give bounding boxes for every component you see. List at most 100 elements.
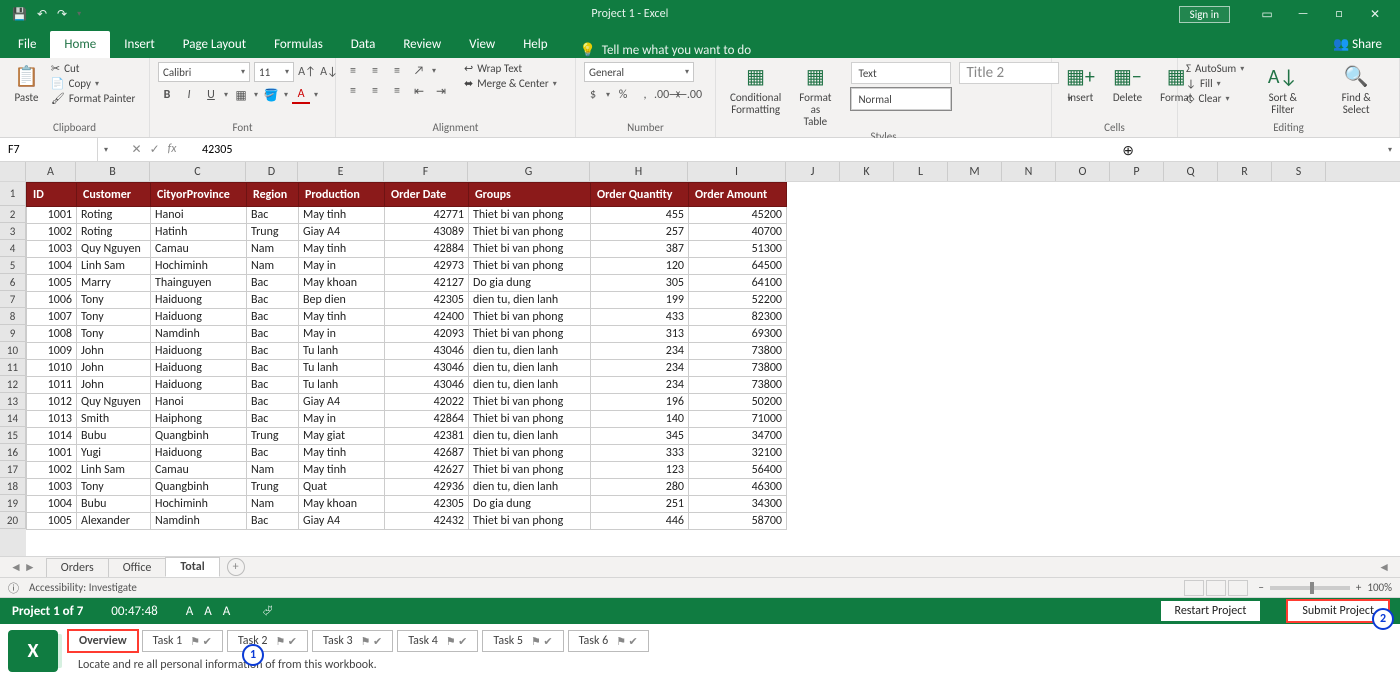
cell[interactable]: Haiduong: [151, 360, 247, 377]
cell[interactable]: 42022: [385, 394, 469, 411]
cell[interactable]: Trung: [247, 428, 299, 445]
table-row[interactable]: 1005MarryThainguyenBacMay khoan42127Do g…: [27, 275, 787, 292]
cell[interactable]: Bac: [247, 411, 299, 428]
share-button[interactable]: 👥 Share: [1319, 31, 1396, 58]
cell[interactable]: Bac: [247, 309, 299, 326]
cell[interactable]: Linh Sam: [77, 462, 151, 479]
column-header-S[interactable]: S: [1272, 162, 1326, 181]
cell[interactable]: May tinh: [299, 207, 385, 224]
row-header-18[interactable]: 18: [0, 478, 26, 495]
restart-project-button[interactable]: Restart Project: [1161, 601, 1261, 621]
cell[interactable]: 42381: [385, 428, 469, 445]
cell[interactable]: 46300: [689, 479, 787, 496]
bold-button[interactable]: B: [158, 86, 176, 104]
align-top-icon[interactable]: ≡: [344, 62, 362, 80]
cell[interactable]: 42400: [385, 309, 469, 326]
table-row[interactable]: 1004Linh SamHochiminhNamMay in42973Thiet…: [27, 258, 787, 275]
table-row[interactable]: 1012Quy NguyenHanoiBacGiay A442022Thiet …: [27, 394, 787, 411]
cell[interactable]: Roting: [77, 207, 151, 224]
cell[interactable]: Tu lanh: [299, 343, 385, 360]
find-select-button[interactable]: 🔍Find & Select: [1321, 62, 1391, 118]
row-header-3[interactable]: 3: [0, 223, 26, 240]
cell[interactable]: 1010: [27, 360, 77, 377]
cell[interactable]: 345: [591, 428, 689, 445]
task-tab-5[interactable]: Task 5⚑ ✔: [482, 630, 563, 652]
row-header-14[interactable]: 14: [0, 410, 26, 427]
cell[interactable]: Hanoi: [151, 207, 247, 224]
cell[interactable]: Linh Sam: [77, 258, 151, 275]
next-sheet-icon[interactable]: ►: [24, 560, 36, 575]
hscroll-left-icon[interactable]: ◄: [1368, 560, 1400, 575]
new-sheet-button[interactable]: +: [227, 558, 245, 576]
delete-cells-button[interactable]: ▦−Delete: [1107, 62, 1148, 106]
row-headers[interactable]: 1234567891011121314151617181920: [0, 182, 26, 556]
column-header-H[interactable]: H: [590, 162, 688, 181]
cell[interactable]: Do gia dung: [469, 275, 591, 292]
cell[interactable]: 42884: [385, 241, 469, 258]
table-header[interactable]: CityorProvince: [151, 183, 247, 207]
align-bottom-icon[interactable]: ≡: [388, 62, 406, 80]
fill-button[interactable]: ↓ Fill ▾: [1186, 77, 1244, 90]
cell[interactable]: Thiet bi van phong: [469, 513, 591, 530]
cell[interactable]: May in: [299, 326, 385, 343]
cell[interactable]: Nam: [247, 496, 299, 513]
cell[interactable]: 42687: [385, 445, 469, 462]
cell[interactable]: Tu lanh: [299, 377, 385, 394]
cell[interactable]: Tony: [77, 326, 151, 343]
table-row[interactable]: 1001YugiHaiduongBacMay tinh42687Thiet bi…: [27, 445, 787, 462]
cell[interactable]: 1014: [27, 428, 77, 445]
enter-formula-icon[interactable]: ✓: [150, 142, 160, 157]
format-as-table-button[interactable]: ▦Format as Table: [793, 62, 837, 130]
table-header[interactable]: Order Date: [385, 183, 469, 207]
maximize-icon[interactable]: □: [1322, 7, 1356, 21]
tab-data[interactable]: Data: [337, 31, 390, 58]
sort-filter-button[interactable]: A↓Sort & Filter: [1250, 62, 1315, 118]
font-size-combo[interactable]: 11▾: [254, 62, 294, 82]
row-header-10[interactable]: 10: [0, 342, 26, 359]
merge-center-button[interactable]: ⬌ Merge & Center ▾: [464, 77, 557, 90]
cell[interactable]: dien tu, dien lanh: [469, 292, 591, 309]
sheet-tab-office[interactable]: Office: [108, 558, 167, 577]
cell[interactable]: 42627: [385, 462, 469, 479]
cell[interactable]: 56400: [689, 462, 787, 479]
page-layout-view-icon[interactable]: [1206, 580, 1226, 596]
cell[interactable]: Quangbinh: [151, 428, 247, 445]
row-header-6[interactable]: 6: [0, 274, 26, 291]
cell[interactable]: John: [77, 377, 151, 394]
cell[interactable]: Thiet bi van phong: [469, 411, 591, 428]
cell[interactable]: Thiet bi van phong: [469, 445, 591, 462]
cancel-formula-icon[interactable]: ✕: [132, 142, 142, 157]
cell[interactable]: 234: [591, 360, 689, 377]
decrease-decimal-icon[interactable]: ←.00: [680, 86, 698, 104]
zoom-in-icon[interactable]: +: [1356, 581, 1361, 594]
paste-button[interactable]: 📋Paste: [8, 62, 45, 106]
cell[interactable]: 43046: [385, 377, 469, 394]
cell[interactable]: 280: [591, 479, 689, 496]
cell[interactable]: 42771: [385, 207, 469, 224]
save-icon[interactable]: 💾: [12, 7, 27, 22]
cell[interactable]: Bac: [247, 360, 299, 377]
row-header-13[interactable]: 13: [0, 393, 26, 410]
accessibility-status[interactable]: Accessibility: Investigate: [29, 581, 137, 594]
column-header-P[interactable]: P: [1110, 162, 1164, 181]
cell[interactable]: Haiduong: [151, 292, 247, 309]
table-header[interactable]: Customer: [77, 183, 151, 207]
cell[interactable]: dien tu, dien lanh: [469, 343, 591, 360]
font-size-controls[interactable]: A A A: [186, 604, 234, 619]
task-tab-4[interactable]: Task 4⚑ ✔: [397, 630, 478, 652]
row-header-7[interactable]: 7: [0, 291, 26, 308]
cell[interactable]: 43046: [385, 343, 469, 360]
cell[interactable]: Bubu: [77, 496, 151, 513]
column-header-E[interactable]: E: [298, 162, 384, 181]
cell[interactable]: May tinh: [299, 445, 385, 462]
cell[interactable]: Nam: [247, 462, 299, 479]
cell[interactable]: 455: [591, 207, 689, 224]
cell[interactable]: Camau: [151, 462, 247, 479]
cell[interactable]: Haiduong: [151, 343, 247, 360]
cell[interactable]: Haiphong: [151, 411, 247, 428]
column-header-B[interactable]: B: [76, 162, 150, 181]
cell[interactable]: Marry: [77, 275, 151, 292]
cell[interactable]: 52200: [689, 292, 787, 309]
cell-style-normal[interactable]: Normal: [851, 88, 951, 110]
cell[interactable]: 51300: [689, 241, 787, 258]
